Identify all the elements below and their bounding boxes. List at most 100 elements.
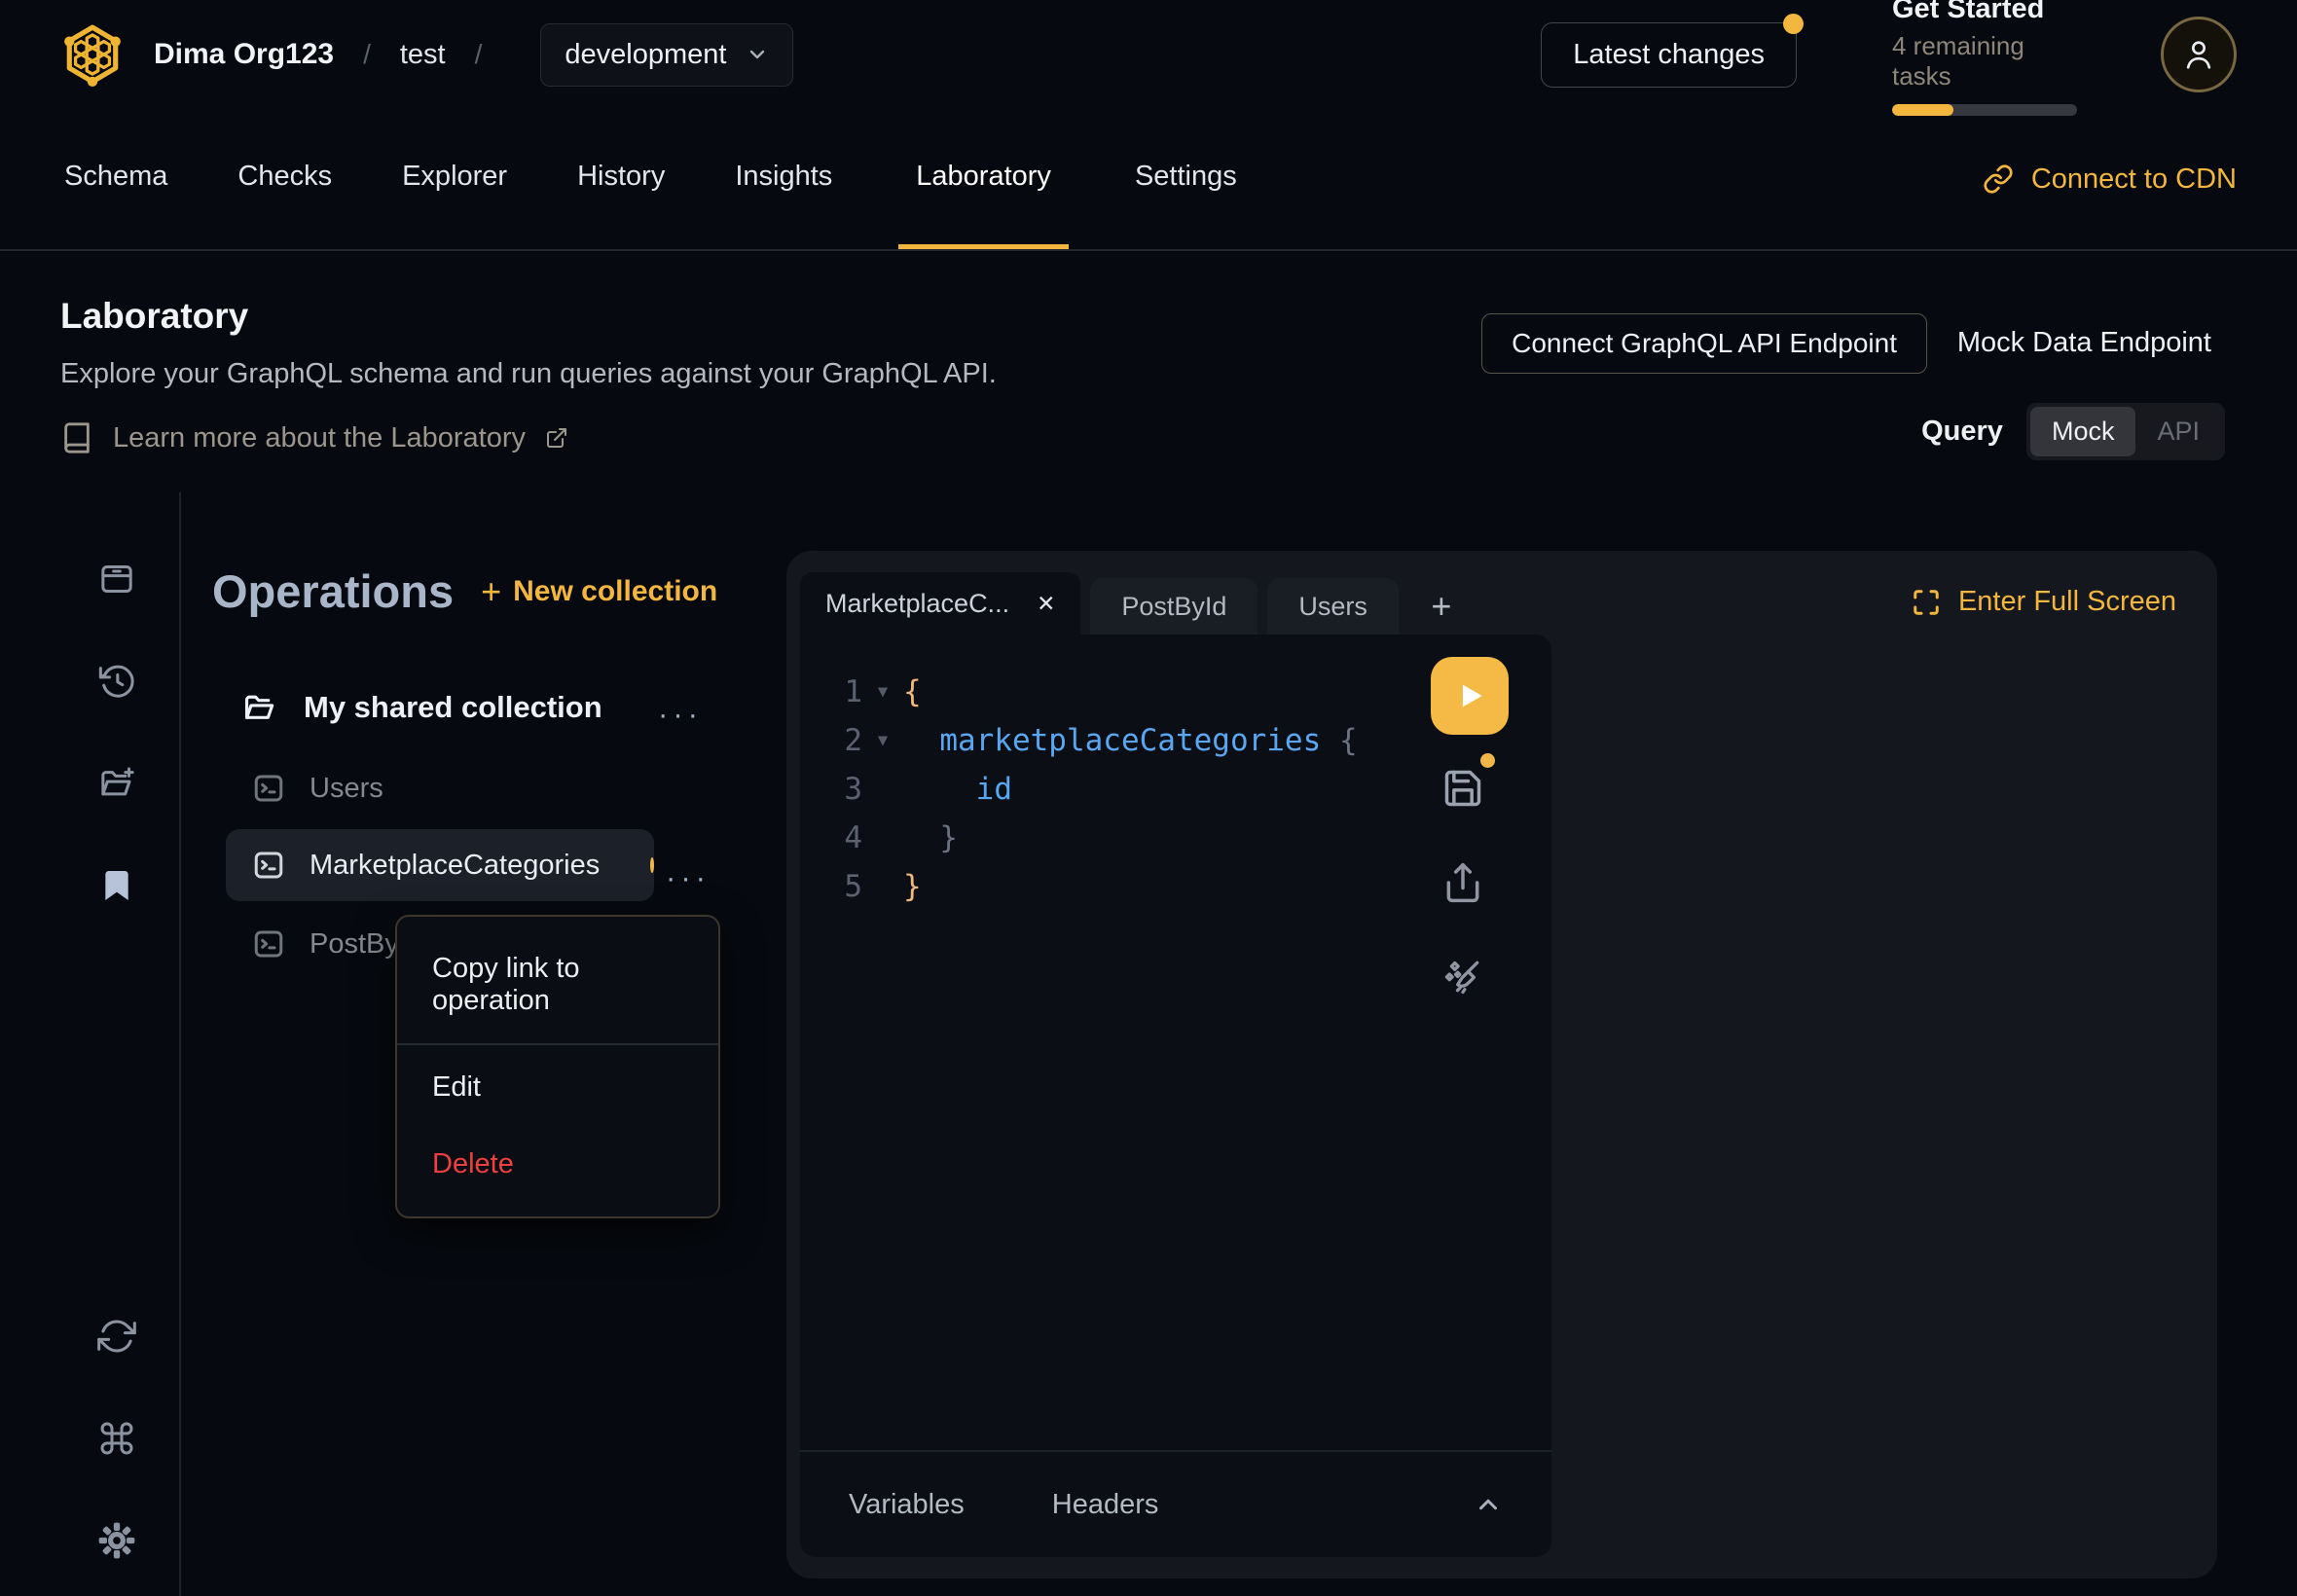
variables-tab[interactable]: Variables <box>849 1489 965 1521</box>
enter-fullscreen-button[interactable]: Enter Full Screen <box>1912 586 2176 618</box>
code-token <box>903 723 939 758</box>
graphos-logo-icon[interactable] <box>60 22 125 87</box>
unsaved-changes-dot <box>650 857 654 873</box>
external-link-icon <box>545 426 568 450</box>
operation-context-menu: Copy link to operation Edit Delete <box>395 915 720 1218</box>
folder-open-icon <box>241 689 278 726</box>
code-token: } <box>903 820 958 855</box>
editor-tab-marketplacecategories[interactable]: MarketplaceC... ✕ <box>800 572 1080 635</box>
share-operation-icon[interactable] <box>1441 861 1484 904</box>
get-started-widget[interactable]: Get Started 4 remaining tasks <box>1892 0 2077 116</box>
editor-tabs: MarketplaceC... ✕ PostById Users + <box>800 572 1477 635</box>
get-started-title: Get Started <box>1892 0 2077 25</box>
new-tab-button[interactable]: + <box>1406 578 1477 635</box>
editor-tab-label: PostById <box>1121 592 1226 622</box>
nav-tab-explorer[interactable]: Explorer <box>398 109 511 249</box>
menu-divider <box>397 1043 718 1045</box>
operation-name: MarketplaceCategories <box>310 850 600 882</box>
close-icon[interactable]: ✕ <box>1037 591 1055 617</box>
settings-gear-icon[interactable] <box>97 1521 136 1560</box>
operation-icon <box>251 848 286 883</box>
progress-fill <box>1892 104 1953 116</box>
command-shortcuts-icon[interactable] <box>97 1419 136 1458</box>
chevron-down-icon <box>746 43 769 66</box>
editor-tab-label: MarketplaceC... <box>825 589 1009 619</box>
editor-tab-postbyid[interactable]: PostById <box>1090 578 1258 635</box>
editor-tab-users[interactable]: Users <box>1267 578 1399 635</box>
enter-fullscreen-label: Enter Full Screen <box>1958 586 2176 618</box>
new-collection-button[interactable]: + New collection <box>481 571 717 612</box>
breadcrumb-separator: / <box>475 39 483 70</box>
person-icon <box>2179 35 2218 74</box>
get-started-subtitle: 4 remaining tasks <box>1892 31 2077 91</box>
top-header: Dima Org123 / test / development Latest … <box>0 0 2297 109</box>
new-collection-label: New collection <box>513 575 717 608</box>
new-folder-icon[interactable] <box>97 764 136 803</box>
operation-menu-button[interactable]: ··· <box>666 860 711 895</box>
nav-tab-history[interactable]: History <box>573 109 669 249</box>
latest-changes-label: Latest changes <box>1573 39 1765 70</box>
query-mode-mock[interactable]: Mock <box>2030 407 2136 456</box>
code-token-field: marketplaceCategories <box>939 723 1321 758</box>
nav-tab-schema[interactable]: Schema <box>60 109 171 249</box>
menu-item-delete[interactable]: Delete <box>397 1126 718 1203</box>
nav-tabs: Schema Checks Explorer History Insights … <box>60 109 1241 249</box>
nav-tab-insights[interactable]: Insights <box>731 109 836 249</box>
documentation-panel-icon[interactable] <box>97 560 136 598</box>
query-mode-api[interactable]: API <box>2135 407 2221 456</box>
bookmark-icon[interactable] <box>97 866 136 905</box>
code-line: 5 } <box>800 862 1551 911</box>
breadcrumb-separator: / <box>363 39 371 70</box>
operation-row-users[interactable]: Users <box>251 771 383 806</box>
user-avatar[interactable] <box>2161 17 2237 92</box>
line-number: 2 <box>800 723 862 758</box>
book-icon <box>60 421 93 454</box>
nav-tab-laboratory[interactable]: Laboratory <box>898 109 1069 249</box>
fold-arrow-icon[interactable]: ▼ <box>862 682 903 702</box>
nav-tab-settings[interactable]: Settings <box>1131 109 1241 249</box>
line-number: 4 <box>800 820 862 855</box>
fullscreen-icon <box>1912 588 1941 617</box>
menu-item-copy-link[interactable]: Copy link to operation <box>397 930 718 1039</box>
connect-graphql-endpoint-button[interactable]: Connect GraphQL API Endpoint <box>1481 313 1927 374</box>
collection-menu-button[interactable]: ··· <box>658 697 703 732</box>
history-icon[interactable] <box>97 662 136 701</box>
mock-data-endpoint-link[interactable]: Mock Data Endpoint <box>1957 327 2211 359</box>
query-mode-row: Query Mock API <box>1921 403 2225 460</box>
editor-footer: Variables Headers <box>800 1450 1551 1557</box>
collapse-chevron-icon[interactable] <box>1474 1490 1503 1519</box>
laboratory-workspace: Operations + New collection My shared co… <box>0 487 2297 1596</box>
notification-dot <box>1783 14 1804 34</box>
code-token <box>1321 723 1339 758</box>
fold-arrow-icon[interactable]: ▼ <box>862 731 903 750</box>
breadcrumb-graph[interactable]: test <box>400 39 446 71</box>
operation-name: Users <box>310 773 383 805</box>
sync-icon[interactable] <box>97 1317 136 1356</box>
laboratory-hero: Laboratory Explore your GraphQL schema a… <box>0 251 2297 487</box>
primary-nav: Schema Checks Explorer History Insights … <box>0 109 2297 251</box>
line-number: 3 <box>800 772 862 807</box>
latest-changes-button[interactable]: Latest changes <box>1541 22 1797 88</box>
menu-item-edit[interactable]: Edit <box>397 1049 718 1126</box>
plus-icon: + <box>481 571 501 612</box>
nav-tab-checks[interactable]: Checks <box>234 109 336 249</box>
breadcrumb-org[interactable]: Dima Org123 <box>154 38 334 71</box>
query-mode-toggle: Mock API <box>2026 403 2225 460</box>
connect-to-cdn-link[interactable]: Connect to CDN <box>1983 163 2237 196</box>
editor-panel: MarketplaceC... ✕ PostById Users + Enter… <box>786 551 2217 1578</box>
prettify-broom-icon[interactable] <box>1441 955 1484 998</box>
variant-dropdown[interactable]: development <box>540 23 793 87</box>
operation-row-marketplacecategories[interactable]: MarketplaceCategories <box>226 829 654 901</box>
code-line: 3 id <box>800 765 1551 814</box>
collection-header[interactable]: My shared collection <box>241 689 602 726</box>
connect-to-cdn-label: Connect to CDN <box>2031 163 2237 196</box>
query-editor[interactable]: 1 ▼ { 2 ▼ marketplaceCategories { 3 id 4 <box>800 635 1551 1557</box>
rail-divider <box>179 492 181 1596</box>
run-query-button[interactable] <box>1431 657 1509 735</box>
save-operation-icon[interactable] <box>1441 767 1484 810</box>
header-right: Latest changes Get Started 4 remaining t… <box>1541 0 2237 116</box>
headers-tab[interactable]: Headers <box>1052 1489 1159 1521</box>
learn-more-link[interactable]: Learn more about the Laboratory <box>60 421 2237 454</box>
learn-more-label: Learn more about the Laboratory <box>113 422 526 454</box>
editor-tab-label: Users <box>1298 592 1367 622</box>
